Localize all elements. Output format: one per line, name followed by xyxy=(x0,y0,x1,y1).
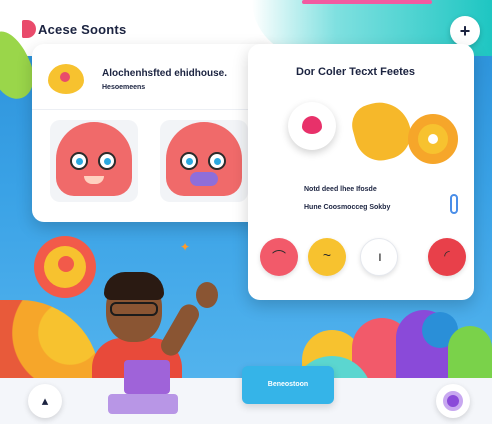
mouth-icon xyxy=(84,176,104,184)
add-button[interactable]: + xyxy=(450,16,480,46)
glasses-icon xyxy=(110,302,158,316)
app-title: Acese Soonts xyxy=(38,22,127,37)
right-card: Dor Coler Tecxt Feetes Notd deed lhee If… xyxy=(248,44,474,300)
left-card: Alochenhsfted ehidhouse. Hesoemeens xyxy=(32,44,276,222)
right-card-title: Dor Coler Tecxt Feetes xyxy=(296,66,416,78)
coral-swatch[interactable]: ◜ xyxy=(428,238,466,276)
yellow-swatch[interactable]: ~ xyxy=(308,238,346,276)
swatch-glyph: ı xyxy=(378,248,382,264)
right-card-line-1: Notd deed lhee Ifosde xyxy=(304,186,377,193)
monster-face-icon xyxy=(56,122,132,196)
banana-sticker-icon[interactable] xyxy=(347,95,417,167)
avatar-option-2[interactable] xyxy=(160,120,248,202)
heart-sticker[interactable] xyxy=(288,102,336,150)
record-button[interactable] xyxy=(436,384,470,418)
laptop-base xyxy=(108,394,178,414)
swatch-glyph: ◜ xyxy=(444,247,450,263)
eye-icon xyxy=(180,152,198,170)
cta-button[interactable]: Beneostoon xyxy=(242,366,334,404)
white-swatch[interactable]: ı xyxy=(360,238,398,276)
avatar-option-1[interactable] xyxy=(50,120,138,202)
heart-badge-icon xyxy=(48,64,84,94)
record-icon xyxy=(443,391,463,411)
hair xyxy=(104,272,164,300)
laptop-icon xyxy=(108,360,178,414)
mouth-icon xyxy=(190,172,218,186)
red-swatch[interactable]: ⌒ xyxy=(260,238,298,276)
header-pink-strip xyxy=(302,0,432,4)
eye-icon xyxy=(98,152,116,170)
toggle-icon[interactable] xyxy=(450,194,458,214)
waving-hand-icon xyxy=(196,282,218,308)
deco-sun-icon xyxy=(34,236,96,298)
eye-icon xyxy=(208,152,226,170)
left-card-header[interactable]: Alochenhsfted ehidhouse. Hesoemeens xyxy=(32,44,276,110)
up-arrow-button[interactable]: ▴ xyxy=(28,384,62,418)
right-card-line-2: Hune Coosmocceg Sokby xyxy=(304,204,391,211)
left-card-title: Alochenhsfted ehidhouse. xyxy=(102,68,228,79)
swatch-glyph: ⌒ xyxy=(272,249,286,265)
eye-icon xyxy=(70,152,88,170)
left-card-subtitle: Hesoemeens xyxy=(102,84,146,91)
swatch-glyph: ~ xyxy=(322,247,332,263)
arm xyxy=(157,300,203,360)
donut-sticker-icon[interactable] xyxy=(408,114,458,164)
laptop-screen xyxy=(124,360,170,394)
star-icon: ✦ xyxy=(180,240,191,254)
heart-icon xyxy=(302,116,322,134)
monster-face-icon xyxy=(166,122,242,196)
